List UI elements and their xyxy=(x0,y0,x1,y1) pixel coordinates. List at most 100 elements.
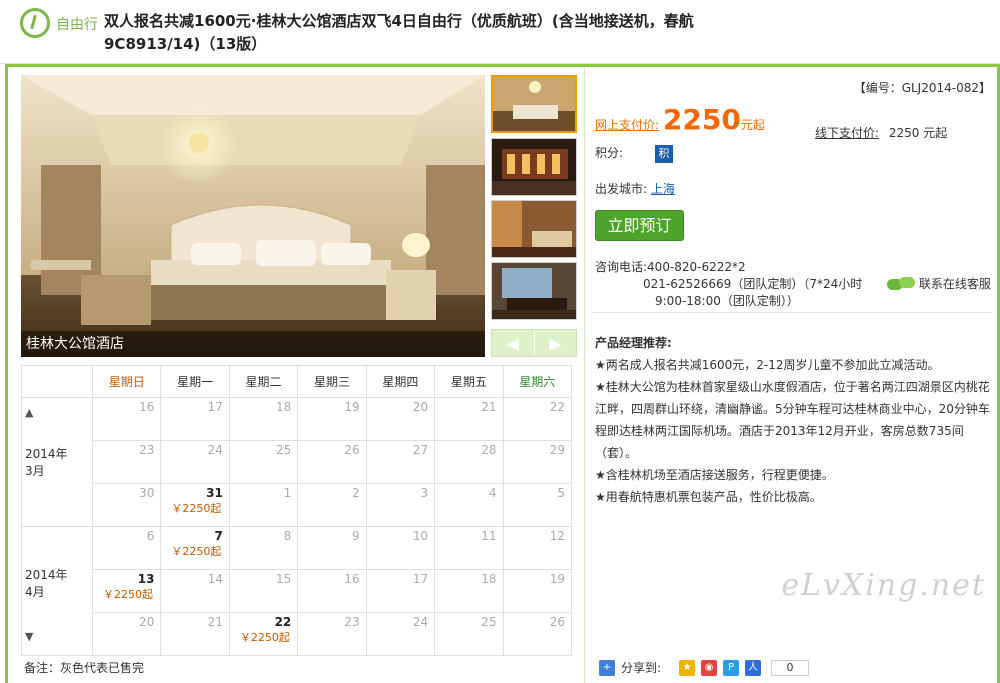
calendar-day: 1 xyxy=(228,483,299,527)
departure-city-label: 出发城市: xyxy=(595,182,648,196)
weekday-header: 星期五 xyxy=(434,365,504,398)
qzone-star-icon[interactable]: ★ xyxy=(679,659,696,676)
calendar-day-available[interactable]: 13 ￥2250起 xyxy=(91,569,162,613)
product-code: 【编号：GLJ2014-082】 xyxy=(853,81,991,95)
phone-label: 咨询电话: xyxy=(595,260,648,274)
tencent-weibo-icon[interactable]: P xyxy=(723,659,740,676)
calendar-day: 24 xyxy=(365,612,436,656)
share-plus-icon[interactable]: + xyxy=(599,659,615,676)
phone-hours: 9:00-18:00（团队定制）） xyxy=(655,294,799,308)
weekday-header: 星期六 xyxy=(502,365,573,398)
calendar-day: 30 xyxy=(91,483,162,527)
calendar-day: 18 xyxy=(228,397,299,441)
recommendation-item: ★两名成人报名共减1600元，2-12周岁儿童不参加此立减活动。 xyxy=(595,358,940,372)
page-header: 自由行 双人报名共减1600元·桂林大公馆酒店双飞4日自由行（优质航班）(含当地… xyxy=(0,0,1000,64)
phone-number: 400-820-6222*2 xyxy=(647,260,746,274)
calendar-day: 5 xyxy=(502,483,573,527)
calendar-next-month[interactable]: ▼ xyxy=(25,630,89,643)
online-price-label[interactable]: 网上支付价: xyxy=(595,118,659,132)
weekday-header: 星期一 xyxy=(160,365,230,398)
book-now-button[interactable]: 立即预订 xyxy=(595,210,684,241)
calendar-day: 19 xyxy=(502,569,573,613)
calendar-day: 9 xyxy=(297,526,367,570)
online-price-unit: 元起 xyxy=(740,118,765,132)
calendar-day: 21 xyxy=(160,612,230,656)
main-photo[interactable]: 桂林大公馆酒店 xyxy=(21,75,485,357)
calendar-day: 21 xyxy=(434,397,504,441)
site-watermark: eLvXing.net xyxy=(781,568,986,603)
thumbnail-3[interactable] xyxy=(491,200,577,258)
calendar-day: 16 xyxy=(91,397,162,441)
month-label-march: ▲ 2014年 3月 xyxy=(21,397,93,527)
contact-block: 咨询电话:400-820-6222*2 021-62526669（团队定制）（7… xyxy=(595,259,862,310)
calendar-day: 20 xyxy=(365,397,436,441)
renren-icon[interactable]: 人 xyxy=(745,659,762,676)
thumbnail-image xyxy=(492,139,576,195)
share-label: 分享到: xyxy=(621,661,662,675)
product-title: 双人报名共减1600元·桂林大公馆酒店双飞4日自由行（优质航班）(含当地接送机，… xyxy=(104,12,694,53)
calendar-day: 29 xyxy=(502,440,573,484)
share-bar: + 分享到: ★ ◉ P 人 0 xyxy=(599,659,810,676)
calendar-day: 11 xyxy=(434,526,504,570)
calendar-day: 26 xyxy=(297,440,367,484)
thumbnail-nav: ◀ ▶ xyxy=(491,329,577,357)
departure-city-row: 出发城市: 上海 xyxy=(595,180,675,197)
calendar-day: 28 xyxy=(434,440,504,484)
calendar-day: 2 xyxy=(297,483,367,527)
calendar-prev-month[interactable]: ▲ xyxy=(25,406,89,419)
share-count: 0 xyxy=(771,659,810,676)
calendar-day: 8 xyxy=(228,526,299,570)
calendar-day: 4 xyxy=(434,483,504,527)
calendar-day: 6 xyxy=(91,526,162,570)
weekday-header: 星期三 xyxy=(297,365,367,398)
divider xyxy=(591,312,991,313)
weekday-header: 星期日 xyxy=(91,365,162,398)
thumbnail-1[interactable] xyxy=(491,75,577,133)
calendar-day: 16 xyxy=(297,569,367,613)
departure-calendar: 星期日 星期一 星期二 星期三 星期四 星期五 星期六 ▲ 2014年 3月 1 xyxy=(21,365,573,656)
calendar-day: 22 xyxy=(502,397,573,441)
calendar-day: 17 xyxy=(365,569,436,613)
day-price: ￥2250起 xyxy=(171,545,222,558)
points-label: 积分: xyxy=(595,146,624,160)
thumbnail-image xyxy=(492,263,576,319)
offline-price: 2250 元起 xyxy=(888,126,948,140)
calendar-day: 3 xyxy=(365,483,436,527)
recommendation-item: ★用春航特惠机票包装产品，性价比极高。 xyxy=(595,490,822,504)
calendar-day: 23 xyxy=(297,612,367,656)
month-label-april: 2014年 4月 ▼ xyxy=(21,526,93,656)
offline-price-label[interactable]: 线下支付价: xyxy=(815,126,879,140)
hotel-room-image xyxy=(21,75,485,357)
left-column: 桂林大公馆酒店 ◀ ▶ 星期日 星期一 星期二 星期三 星期四 星期五 星期六 … xyxy=(8,67,583,683)
day-price: ￥2250起 xyxy=(171,502,222,515)
calendar-day: 15 xyxy=(228,569,299,613)
manager-recommendations: 产品经理推荐: ★两名成人报名共减1600元，2-12周岁儿童不参加此立减活动。… xyxy=(595,332,993,508)
points-row: 积分: 积 xyxy=(595,144,673,163)
recommendations-title: 产品经理推荐: xyxy=(595,336,672,350)
points-badge-icon: 积 xyxy=(654,145,673,163)
calendar-day: 19 xyxy=(297,397,367,441)
departure-city-link[interactable]: 上海 xyxy=(651,182,675,196)
calendar-corner xyxy=(21,365,93,398)
calendar-day-available[interactable]: 7 ￥2250起 xyxy=(160,526,230,570)
thumbnail-image xyxy=(492,201,576,257)
chat-bubbles-icon xyxy=(887,277,915,292)
calendar-day: 27 xyxy=(365,440,436,484)
calendar-day: 14 xyxy=(160,569,230,613)
day-price: ￥2250起 xyxy=(103,588,153,601)
online-service-link[interactable]: 联系在线客服 xyxy=(887,275,991,292)
thumbnail-image xyxy=(493,77,575,131)
day-price: ￥2250起 xyxy=(239,631,290,644)
thumbnail-prev-button[interactable]: ◀ xyxy=(492,330,535,356)
calendar-day-available[interactable]: 22 ￥2250起 xyxy=(228,612,299,656)
thumbnail-2[interactable] xyxy=(491,138,577,196)
clock-logo-icon xyxy=(20,8,50,38)
calendar-day: 25 xyxy=(434,612,504,656)
offline-price-row: 线下支付价: 2250 元起 xyxy=(815,124,947,141)
photo-caption: 桂林大公馆酒店 xyxy=(21,331,485,357)
weibo-icon[interactable]: ◉ xyxy=(701,659,718,676)
calendar-day: 18 xyxy=(434,569,504,613)
thumbnail-4[interactable] xyxy=(491,262,577,320)
calendar-day-available[interactable]: 31 ￥2250起 xyxy=(160,483,230,527)
thumbnail-next-button[interactable]: ▶ xyxy=(535,330,577,356)
